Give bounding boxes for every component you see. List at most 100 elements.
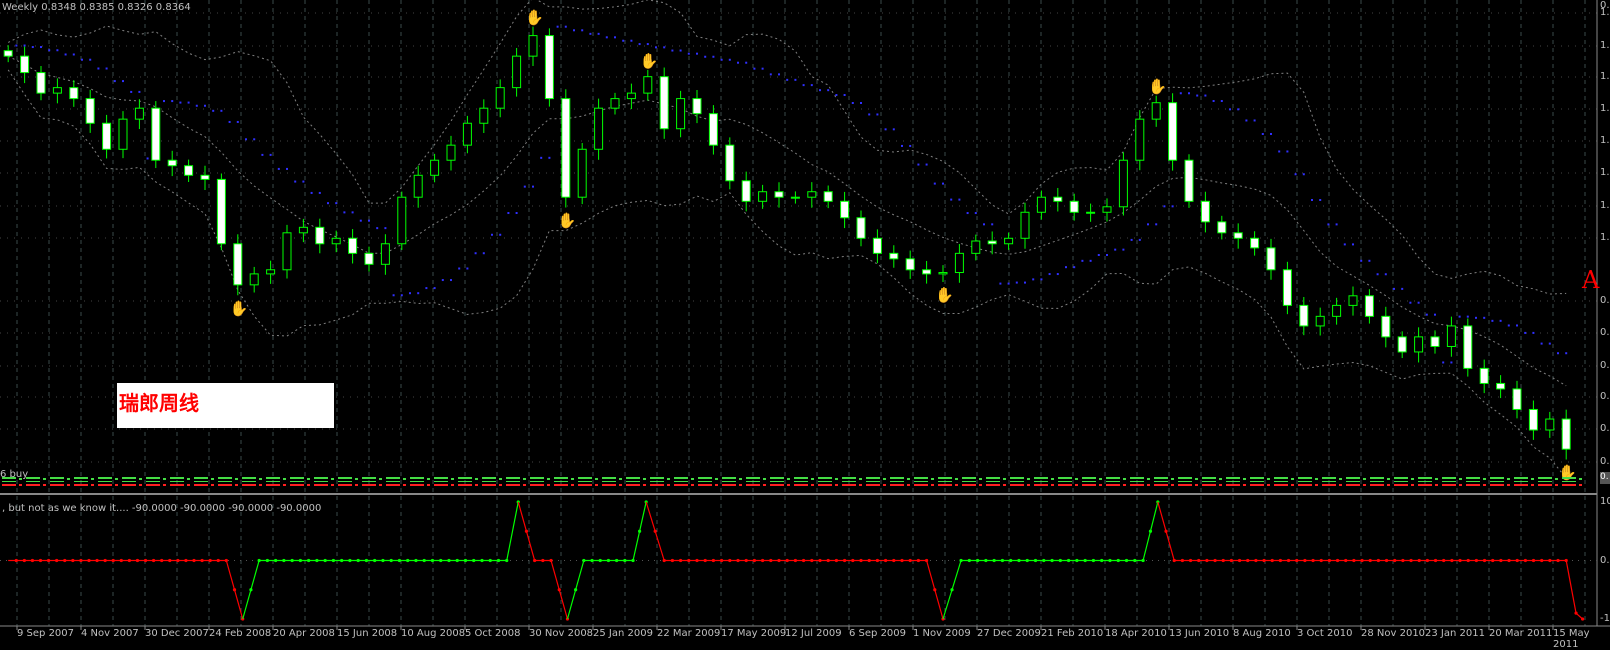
osc-point	[439, 558, 443, 563]
sar-dot	[171, 100, 174, 103]
sar-dot	[786, 78, 789, 81]
price-tick-label: 1.	[1600, 167, 1610, 178]
price-chart[interactable]: ✋✋✋✋✋✋✋	[0, 0, 1610, 634]
buy-line-red	[1514, 484, 1528, 486]
buy-line-green	[187, 478, 190, 480]
sar-dot	[646, 43, 649, 46]
sar-dot	[950, 198, 953, 201]
candle-bearish	[1069, 200, 1079, 213]
osc-point	[1531, 558, 1536, 563]
price-tick-label: 0.	[1600, 423, 1610, 434]
sar-dot	[1458, 315, 1461, 318]
candle-bearish	[348, 237, 358, 254]
buy-line-red	[1226, 484, 1240, 486]
buy-line-green	[50, 477, 64, 479]
buy-line-green	[410, 477, 424, 479]
buy-line-red	[434, 484, 448, 486]
osc-point	[859, 558, 863, 563]
buy-line-green	[194, 477, 208, 479]
buy-line-red	[1274, 484, 1288, 486]
buy-line-green	[1442, 477, 1456, 479]
candle-bearish	[184, 165, 194, 176]
buy-line-red	[1058, 484, 1072, 486]
buy-line-green	[242, 481, 256, 482]
sar-dot	[745, 61, 748, 64]
sar-dot	[433, 287, 436, 290]
sar-dot	[1147, 223, 1149, 226]
candle-bullish	[397, 196, 407, 245]
buy-line-red	[1435, 484, 1438, 486]
sar-dot	[909, 144, 912, 147]
buy-line-red	[427, 484, 430, 486]
candle-bearish	[823, 191, 833, 202]
sar-dot	[1130, 238, 1133, 241]
buy-line-red	[1531, 484, 1534, 486]
sar-dot	[1499, 319, 1502, 322]
osc-point	[455, 558, 459, 563]
candle-bullish	[1348, 295, 1358, 306]
sar-dot	[614, 36, 616, 39]
sar-dot	[851, 101, 854, 104]
buy-line-green	[1106, 481, 1120, 482]
osc-point	[46, 558, 51, 563]
sar-dot	[499, 233, 502, 236]
buy-line-red	[626, 484, 640, 486]
osc-point	[232, 588, 237, 592]
osc-point	[168, 558, 172, 563]
buy-line-green	[1082, 481, 1096, 482]
buy-line-green	[1082, 477, 1096, 479]
candle-bearish	[1364, 295, 1374, 317]
buy-line-red	[259, 484, 262, 486]
buy-line-green	[386, 477, 400, 479]
buy-line-green	[1171, 478, 1174, 480]
osc-point	[1450, 558, 1454, 563]
osc-point	[1393, 558, 1397, 563]
buy-line-red	[314, 484, 328, 486]
candle-bullish	[495, 87, 505, 109]
buy-line-red	[266, 484, 280, 486]
osc-point	[1025, 558, 1029, 563]
osc-point	[1188, 558, 1193, 563]
osc-point	[1417, 558, 1421, 563]
candle-bullish	[1151, 102, 1161, 120]
buy-line-green	[907, 478, 910, 480]
osc-point	[761, 558, 765, 563]
candle-bearish	[561, 98, 571, 198]
sar-dot	[245, 138, 247, 141]
candle-bullish	[938, 272, 948, 275]
buy-line-green	[1387, 478, 1390, 480]
buy-line-green	[362, 481, 376, 482]
buy-line-red	[218, 484, 232, 486]
price-tick-label: 1.	[1600, 71, 1610, 82]
buy-line-green	[914, 477, 928, 479]
buy-line-green	[1483, 478, 1486, 480]
buy-line-green	[1339, 478, 1342, 480]
price-tick-label: 0.	[1600, 391, 1610, 402]
sar-dot	[1065, 266, 1067, 269]
fractal-down-hand-icon: ✋	[935, 286, 954, 304]
buy-line-red	[98, 484, 112, 486]
buy-line-green	[434, 481, 448, 482]
buy-line-green	[1274, 481, 1288, 482]
sar-dot	[1229, 108, 1231, 111]
buy-line-red	[1507, 484, 1510, 486]
osc-point	[95, 558, 99, 563]
osc-point	[1401, 558, 1405, 563]
sar-dot	[1286, 150, 1289, 153]
osc-point	[933, 588, 937, 592]
candle-bearish	[1168, 102, 1178, 161]
buy-line-green	[1027, 478, 1030, 480]
sar-dot	[933, 182, 936, 185]
osc-point	[1017, 558, 1021, 563]
buy-line-green	[1315, 478, 1318, 480]
candle-bearish	[774, 191, 784, 198]
osc-point	[851, 558, 855, 563]
buy-line-green	[74, 477, 88, 479]
osc-point	[711, 558, 716, 563]
osc-point	[290, 558, 294, 563]
candle-bearish	[987, 240, 997, 245]
buy-line-green	[331, 478, 334, 480]
buy-line-red	[1466, 484, 1480, 486]
buy-line-red	[146, 484, 160, 486]
buy-line-green	[67, 478, 70, 480]
